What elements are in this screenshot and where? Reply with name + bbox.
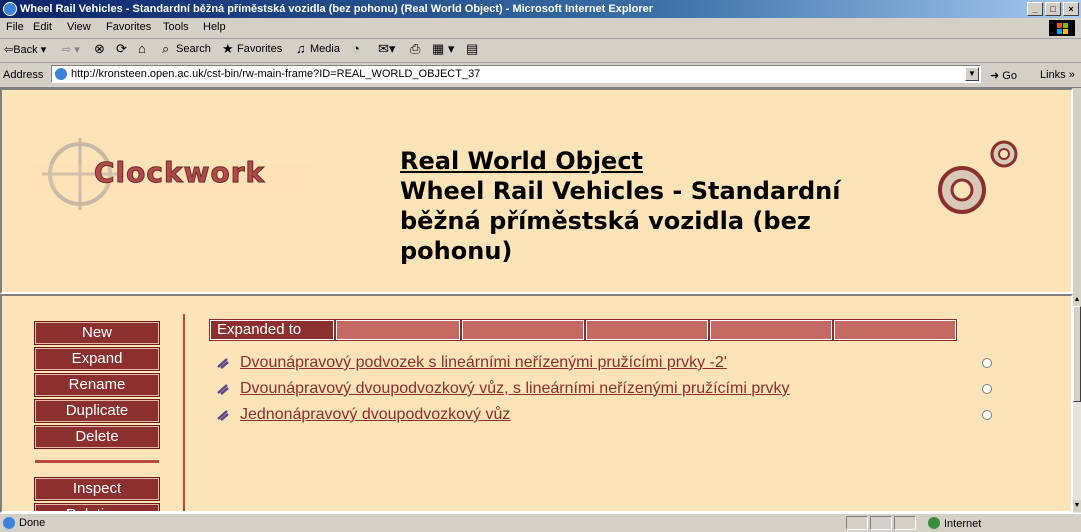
page-icon bbox=[55, 68, 67, 80]
menu-view[interactable]: View bbox=[67, 21, 91, 33]
tab-empty[interactable] bbox=[335, 319, 461, 341]
discuss-icon[interactable]: ▤ bbox=[466, 41, 478, 57]
window-controls: _ □ × bbox=[1027, 2, 1079, 16]
media-button[interactable]: Media bbox=[310, 43, 340, 55]
clockwork-logo: Clockwork bbox=[32, 134, 312, 214]
status-cell bbox=[846, 516, 868, 530]
status-bar: Done Internet bbox=[0, 513, 1081, 532]
refresh-icon[interactable]: ⟳ bbox=[116, 41, 127, 57]
inspect-button[interactable]: Inspect bbox=[34, 477, 160, 501]
menu-bar: File Edit View Favorites Tools Help bbox=[0, 18, 1081, 39]
vertical-divider bbox=[183, 314, 185, 511]
scroll-thumb[interactable] bbox=[1073, 306, 1081, 402]
go-button[interactable]: ➜ Go bbox=[990, 69, 1017, 82]
search-icon[interactable]: ⌕ bbox=[162, 41, 169, 57]
address-label: Address bbox=[3, 69, 44, 81]
forward-button[interactable]: ⇨ ▾ bbox=[62, 43, 80, 56]
tab-expanded-to[interactable]: Expanded to bbox=[209, 319, 335, 341]
status-cell bbox=[894, 516, 916, 530]
go-arrow-icon: ➜ bbox=[990, 70, 1003, 82]
tab-empty[interactable] bbox=[461, 319, 585, 341]
menu-file[interactable]: File bbox=[6, 21, 24, 33]
links-label: Links bbox=[1040, 69, 1066, 81]
history-icon[interactable]: ◔ bbox=[352, 41, 360, 56]
object-icon bbox=[217, 410, 229, 421]
window-titlebar: Wheel Rail Vehicles - Standardní běžná p… bbox=[0, 0, 1081, 18]
list-item: Jednonápravový dvoupodvozkový vůz bbox=[216, 406, 996, 428]
gears-icon bbox=[938, 140, 1018, 214]
page-title: Real World Object Wheel Rail Vehicles - … bbox=[400, 146, 920, 266]
address-bar: Address http://kronsteen.open.ac.uk/cst-… bbox=[0, 63, 1081, 88]
select-radio[interactable] bbox=[982, 358, 992, 368]
address-dropdown-icon[interactable]: ▼ bbox=[965, 67, 979, 81]
links-button[interactable]: Links » bbox=[1040, 69, 1075, 81]
menu-help[interactable]: Help bbox=[203, 21, 226, 33]
windows-logo-icon bbox=[1049, 20, 1075, 36]
favorites-button[interactable]: Favorites bbox=[237, 43, 282, 55]
close-button[interactable]: × bbox=[1063, 2, 1079, 16]
tab-empty[interactable] bbox=[833, 319, 957, 341]
header-frame: Clockwork Real World Object Wheel Rail V… bbox=[0, 88, 1073, 294]
address-url[interactable]: http://kronsteen.open.ac.uk/cst-bin/rw-m… bbox=[71, 68, 480, 80]
object-link[interactable]: Dvounápravový dvoupodvozkový vůz, s line… bbox=[240, 380, 790, 398]
scroll-down-icon[interactable]: ▼ bbox=[1073, 500, 1081, 512]
stop-icon[interactable]: ⊗ bbox=[94, 41, 105, 57]
menu-favorites[interactable]: Favorites bbox=[106, 21, 151, 33]
new-button[interactable]: New bbox=[34, 321, 160, 345]
go-label: Go bbox=[1002, 70, 1017, 82]
mail-icon[interactable]: ✉▾ bbox=[378, 41, 395, 57]
logo-text: Clockwork bbox=[93, 156, 266, 190]
minimize-button[interactable]: _ bbox=[1027, 2, 1043, 16]
home-icon[interactable]: ⌂ bbox=[138, 41, 146, 56]
object-kind[interactable]: Real World Object bbox=[400, 146, 920, 176]
select-radio[interactable] bbox=[982, 410, 992, 420]
page-status-icon bbox=[3, 517, 15, 529]
internet-explorer-icon bbox=[3, 2, 17, 16]
delete-button[interactable]: Delete bbox=[34, 425, 160, 449]
media-icon[interactable]: ♫ bbox=[296, 41, 306, 56]
maximize-button[interactable]: □ bbox=[1045, 2, 1061, 16]
globe-icon bbox=[928, 517, 940, 529]
object-icon bbox=[217, 384, 229, 395]
status-cell bbox=[870, 516, 892, 530]
back-button[interactable]: ⇦Back ▾ bbox=[4, 43, 46, 56]
object-icon bbox=[217, 358, 229, 369]
sidebar-divider bbox=[35, 460, 159, 463]
relations-button[interactable]: Relations bbox=[34, 503, 160, 511]
edit-icon[interactable]: ▦ ▾ bbox=[432, 41, 454, 57]
menu-tools[interactable]: Tools bbox=[163, 21, 189, 33]
main-frame: New Expand Rename Duplicate Delete Inspe… bbox=[0, 294, 1073, 513]
object-name: Wheel Rail Vehicles - Standardní běžná p… bbox=[400, 177, 841, 265]
tab-empty[interactable] bbox=[709, 319, 833, 341]
tab-empty[interactable] bbox=[585, 319, 709, 341]
object-link[interactable]: Jednonápravový dvoupodvozkový vůz bbox=[240, 406, 510, 424]
expand-button[interactable]: Expand bbox=[34, 347, 160, 371]
status-text: Done bbox=[19, 517, 46, 529]
standard-toolbar: ⇦Back ▾ ⇨ ▾ ⊗ ⟳ ⌂ ⌕ Search ★ Favorites ♫… bbox=[0, 39, 1081, 63]
duplicate-button[interactable]: Duplicate bbox=[34, 399, 160, 423]
select-radio[interactable] bbox=[982, 384, 992, 394]
security-zone: Internet bbox=[928, 517, 981, 530]
list-item: Dvounápravový dvoupodvozkový vůz, s line… bbox=[216, 380, 996, 402]
search-button[interactable]: Search bbox=[176, 43, 211, 55]
list-item: Dvounápravový podvozek s lineárními neří… bbox=[216, 354, 996, 376]
zone-label: Internet bbox=[944, 518, 982, 530]
address-input[interactable]: http://kronsteen.open.ac.uk/cst-bin/rw-m… bbox=[51, 65, 981, 83]
window-title: Wheel Rail Vehicles - Standardní běžná p… bbox=[20, 3, 654, 15]
rename-button[interactable]: Rename bbox=[34, 373, 160, 397]
favorites-icon[interactable]: ★ bbox=[222, 41, 234, 57]
print-icon[interactable]: ⎙ bbox=[410, 41, 420, 57]
object-link[interactable]: Dvounápravový podvozek s lineárními neří… bbox=[240, 354, 727, 372]
scroll-up-icon[interactable]: ▲ bbox=[1073, 294, 1081, 306]
menu-edit[interactable]: Edit bbox=[33, 21, 52, 33]
